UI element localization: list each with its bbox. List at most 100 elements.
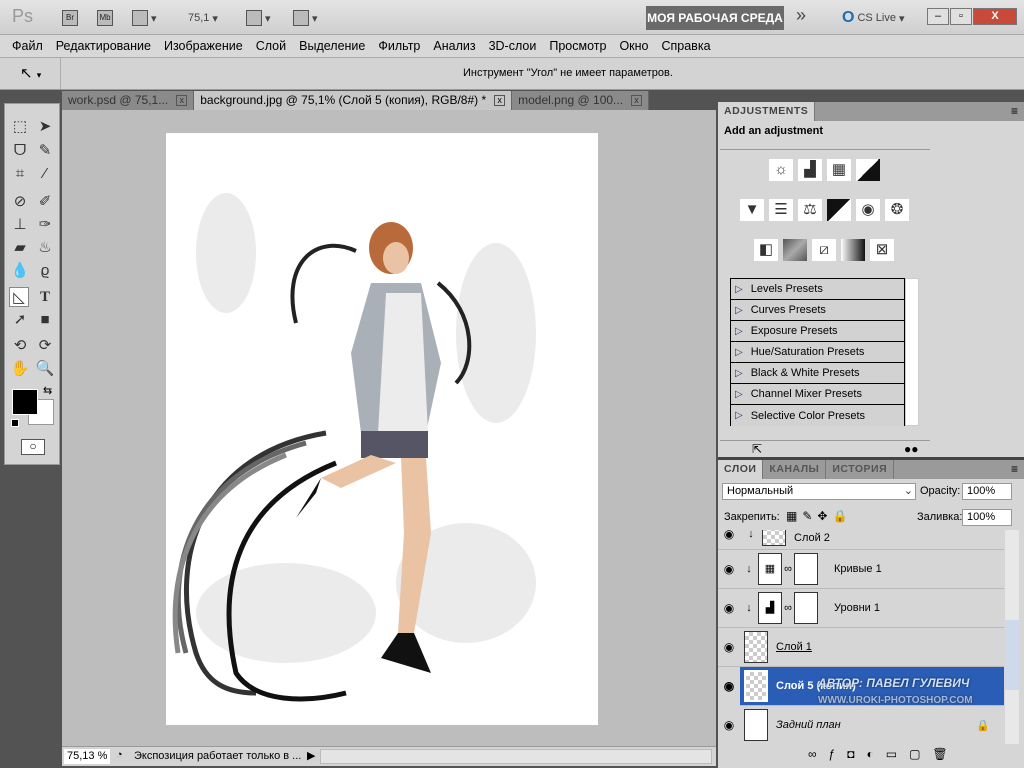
- menu-view[interactable]: Просмотр: [549, 39, 606, 53]
- panel-menu-icon[interactable]: ≡: [1011, 460, 1024, 479]
- menu-filter[interactable]: Фильтр: [378, 39, 420, 53]
- hue-saturation-icon[interactable]: ☰: [769, 199, 793, 221]
- hand-tool-icon[interactable]: ✋: [10, 359, 30, 379]
- status-info-icon[interactable]: ◔: [116, 749, 123, 761]
- foreground-color-swatch[interactable]: [12, 389, 38, 415]
- rectangle-tool-icon[interactable]: ■: [35, 310, 55, 330]
- channel-mixer-icon[interactable]: ❂: [885, 199, 909, 221]
- eraser-tool-icon[interactable]: ▰: [10, 238, 30, 258]
- brush-tool-icon[interactable]: ✐: [35, 192, 55, 212]
- close-tab-icon[interactable]: x: [631, 95, 643, 106]
- tab-model-png[interactable]: model.png @ 100... x: [512, 91, 650, 110]
- preset-selective-color[interactable]: ▷ Selective Color Presets: [731, 405, 904, 426]
- visibility-eye-icon[interactable]: ◉: [718, 640, 740, 654]
- menu-file[interactable]: Файл: [12, 39, 43, 53]
- zoom-field[interactable]: 75,13 %: [64, 749, 110, 764]
- arrange-documents-button[interactable]: ▾: [246, 9, 271, 27]
- preset-black-white[interactable]: ▷ Black & White Presets: [731, 363, 904, 384]
- blend-mode-select[interactable]: Нормальный ⌄: [722, 483, 916, 500]
- more-workspaces-button[interactable]: »: [796, 5, 806, 25]
- path-selection-tool-icon[interactable]: ➚: [10, 310, 30, 330]
- tab-channels[interactable]: КАНАЛЫ: [763, 460, 827, 479]
- screen-mode-button[interactable]: ▾: [293, 9, 318, 27]
- visibility-eye-icon[interactable]: ◉: [718, 666, 740, 706]
- menu-window[interactable]: Окно: [619, 39, 648, 53]
- mini-bridge-button[interactable]: Mb: [97, 10, 113, 26]
- image-canvas[interactable]: [166, 133, 598, 725]
- vibrance-icon[interactable]: ▼: [740, 199, 764, 221]
- opacity-field[interactable]: 100%: [962, 483, 1012, 500]
- crop-tool-icon[interactable]: ⌗: [10, 164, 30, 184]
- layer-row[interactable]: ◉ ↓ Слой 2: [718, 530, 1004, 550]
- menu-3d[interactable]: 3D-слои: [489, 39, 537, 53]
- expand-view-icon[interactable]: ⇱: [752, 442, 762, 456]
- history-brush-tool-icon[interactable]: ✑: [35, 215, 55, 235]
- lock-icons[interactable]: ▦✎✥🔒: [786, 509, 852, 523]
- dodge-tool-icon[interactable]: ϱ: [35, 261, 55, 281]
- posterize-icon[interactable]: [783, 239, 807, 261]
- 3d-rotate-tool-icon[interactable]: ⟲: [10, 336, 30, 356]
- default-colors-icon[interactable]: [11, 419, 19, 427]
- clip-to-layer-icon[interactable]: ●●: [904, 442, 919, 456]
- horizontal-scrollbar[interactable]: [320, 749, 712, 764]
- close-tab-icon[interactable]: x: [494, 95, 506, 106]
- visibility-eye-icon[interactable]: ◉: [718, 530, 740, 541]
- threshold-icon[interactable]: ⧄: [812, 239, 836, 261]
- preset-levels[interactable]: ▷ Levels Presets: [731, 279, 904, 300]
- zoom-tool-icon[interactable]: 🔍: [35, 359, 55, 379]
- workspace-button[interactable]: МОЯ РАБОЧАЯ СРЕДА: [646, 6, 784, 30]
- photo-filter-icon[interactable]: ◉: [856, 199, 880, 221]
- cs-live-button[interactable]: O CS Live ▾: [842, 9, 905, 27]
- healing-brush-tool-icon[interactable]: ⊘: [10, 192, 30, 212]
- selective-color-icon[interactable]: ⊠: [870, 239, 894, 261]
- clone-stamp-tool-icon[interactable]: ⊥: [10, 215, 30, 235]
- menu-image[interactable]: Изображение: [164, 39, 243, 53]
- menu-edit[interactable]: Редактирование: [56, 39, 151, 53]
- tab-history[interactable]: ИСТОРИЯ: [826, 460, 895, 479]
- invert-icon[interactable]: ◧: [754, 239, 778, 261]
- layers-footer-buttons[interactable]: ∞ƒ◘◐▭▢🗑: [808, 747, 960, 761]
- exposure-icon[interactable]: [856, 159, 880, 181]
- close-button[interactable]: X: [973, 8, 1017, 25]
- angle-tool-icon[interactable]: ◺: [9, 287, 29, 307]
- brightness-contrast-icon[interactable]: ☼: [769, 159, 793, 181]
- swap-colors-icon[interactable]: ⇆: [43, 384, 52, 397]
- restore-button[interactable]: ▫: [950, 8, 972, 25]
- visibility-eye-icon[interactable]: ◉: [718, 562, 740, 576]
- preset-curves[interactable]: ▷ Curves Presets: [731, 300, 904, 321]
- tool-preset-picker[interactable]: ↖ ▾: [20, 64, 41, 82]
- blur-tool-icon[interactable]: 💧: [10, 261, 30, 281]
- type-tool-icon[interactable]: T: [35, 287, 55, 307]
- zoom-level-dropdown[interactable]: 75,1 ▾: [188, 9, 218, 27]
- menu-analysis[interactable]: Анализ: [433, 39, 475, 53]
- black-white-icon[interactable]: [827, 199, 851, 221]
- quick-selection-tool-icon[interactable]: ✎: [35, 141, 55, 161]
- lasso-tool-icon[interactable]: ᗜ: [10, 141, 30, 161]
- visibility-eye-icon[interactable]: ◉: [718, 601, 740, 615]
- panel-menu-icon[interactable]: ≡: [1011, 102, 1024, 121]
- minimize-button[interactable]: –: [927, 8, 949, 25]
- move-tool-icon[interactable]: ➤: [35, 117, 55, 137]
- curves-icon[interactable]: ▦: [827, 159, 851, 181]
- gradient-map-icon[interactable]: [841, 239, 865, 261]
- 3d-orbit-tool-icon[interactable]: ⟳: [35, 336, 55, 356]
- tab-adjustments[interactable]: ADJUSTMENTS: [718, 102, 816, 121]
- close-tab-icon[interactable]: x: [176, 95, 188, 106]
- quick-mask-icon[interactable]: ○: [21, 439, 45, 455]
- layers-scrollbar[interactable]: [1005, 530, 1019, 744]
- eyedropper-tool-icon[interactable]: ⁄: [35, 164, 55, 184]
- preset-channel-mixer[interactable]: ▷ Channel Mixer Presets: [731, 384, 904, 405]
- menu-select[interactable]: Выделение: [299, 39, 365, 53]
- fill-field[interactable]: 100%: [962, 509, 1012, 526]
- menu-help[interactable]: Справка: [661, 39, 710, 53]
- presets-scrollbar[interactable]: [905, 278, 919, 426]
- preset-exposure[interactable]: ▷ Exposure Presets: [731, 321, 904, 342]
- layer-row[interactable]: ◉ ↓ ▟ ∞ Уровни 1: [718, 589, 1004, 628]
- preset-hue-saturation[interactable]: ▷ Hue/Saturation Presets: [731, 342, 904, 363]
- tab-background-jpg[interactable]: background.jpg @ 75,1% (Слой 5 (копия), …: [194, 91, 513, 110]
- layer-row[interactable]: ◉ Слой 1: [718, 628, 1004, 667]
- bridge-button[interactable]: Br: [62, 10, 78, 26]
- layer-row[interactable]: ◉ ↓ ▦ ∞ Кривые 1: [718, 550, 1004, 589]
- paint-bucket-tool-icon[interactable]: ♨: [35, 238, 55, 258]
- tab-work-psd[interactable]: work.psd @ 75,1... x: [62, 91, 195, 110]
